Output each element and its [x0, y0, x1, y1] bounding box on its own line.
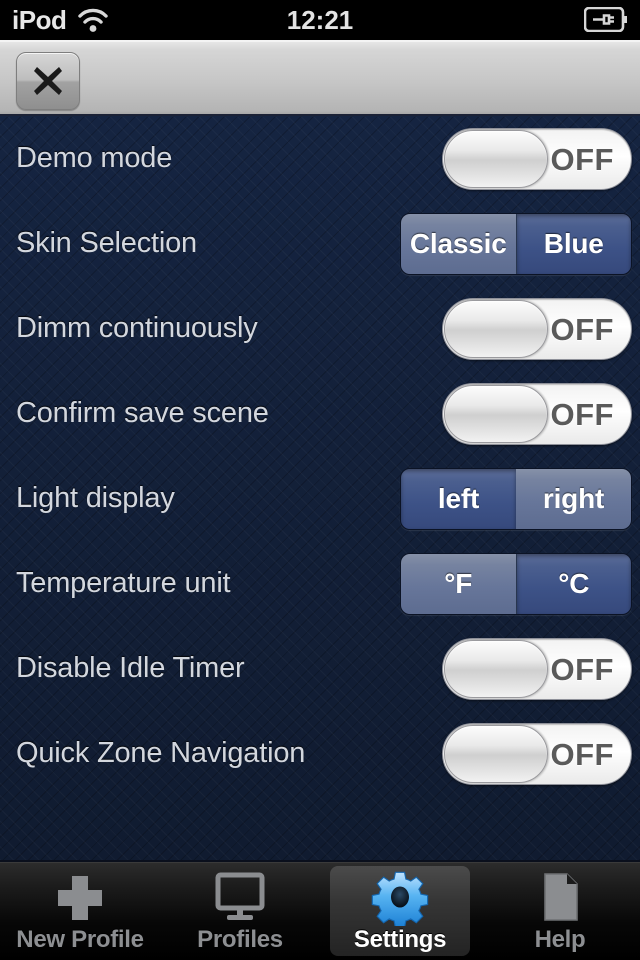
tab-label: Settings	[353, 926, 447, 953]
setting-label: Skin Selection	[16, 227, 197, 259]
setting-label: Dimm continuously	[16, 312, 258, 344]
segmented-control-light-display[interactable]: left right	[400, 467, 632, 530]
setting-control: OFF	[442, 637, 632, 700]
tab-label: Help	[534, 926, 586, 953]
toggle-value: OFF	[550, 396, 614, 432]
segment-blue[interactable]: Blue	[516, 213, 631, 274]
setting-control: OFF	[442, 297, 632, 360]
segment-celsius[interactable]: °C	[516, 553, 631, 614]
monitor-icon	[209, 870, 271, 926]
segment-fahrenheit[interactable]: °F	[401, 553, 517, 614]
tab-settings[interactable]: Settings	[320, 863, 480, 960]
toggle-value: OFF	[550, 141, 614, 177]
toggle-knob[interactable]	[444, 639, 548, 698]
setting-row-light-display[interactable]: Light display left right	[0, 456, 640, 541]
setting-control: °F °C	[400, 552, 632, 615]
segmented-control-temperature-unit[interactable]: °F °C	[400, 552, 632, 615]
toggle-value: OFF	[550, 736, 614, 772]
tab-bar: New Profile Profiles Settings Help	[0, 862, 640, 960]
toggle-knob[interactable]	[444, 724, 548, 783]
segment-left[interactable]: left	[401, 468, 516, 529]
setting-label: Disable Idle Timer	[16, 652, 245, 684]
setting-row-disable-idle-timer[interactable]: Disable Idle Timer OFF	[0, 626, 640, 711]
toggle-switch-confirm-save-scene[interactable]: OFF	[442, 382, 632, 445]
setting-control: OFF	[442, 127, 632, 190]
setting-label: Confirm save scene	[16, 397, 269, 429]
segment-right[interactable]: right	[516, 468, 631, 529]
toggle-switch-disable-idle-timer[interactable]: OFF	[442, 637, 632, 700]
toggle-switch-quick-zone-navigation[interactable]: OFF	[442, 722, 632, 785]
setting-row-skin-selection[interactable]: Skin Selection Classic Blue	[0, 201, 640, 286]
close-x-icon	[34, 67, 62, 95]
toggle-knob[interactable]	[444, 129, 548, 188]
top-toolbar	[0, 40, 640, 116]
toggle-knob[interactable]	[444, 384, 548, 443]
segment-classic[interactable]: Classic	[401, 213, 517, 274]
document-icon	[529, 870, 591, 926]
settings-list: Demo mode OFF Skin Selection Classic Blu…	[0, 116, 640, 862]
setting-label: Temperature unit	[16, 567, 231, 599]
tab-label: Profiles	[197, 926, 283, 953]
toggle-value: OFF	[550, 651, 614, 687]
toggle-switch-demo-mode[interactable]: OFF	[442, 127, 632, 190]
battery-charging-icon	[583, 6, 628, 33]
toggle-switch-dimm-continuously[interactable]: OFF	[442, 297, 632, 360]
setting-control: OFF	[442, 722, 632, 785]
setting-control: OFF	[442, 382, 632, 445]
setting-label: Quick Zone Navigation	[16, 737, 306, 769]
setting-label: Light display	[16, 482, 175, 514]
setting-label: Demo mode	[16, 142, 173, 174]
toggle-value: OFF	[550, 311, 614, 347]
tab-label: New Profile	[16, 926, 144, 953]
plus-icon	[49, 870, 111, 926]
setting-row-confirm-save-scene[interactable]: Confirm save scene OFF	[0, 371, 640, 456]
gear-icon	[369, 870, 431, 929]
setting-row-demo-mode[interactable]: Demo mode OFF	[0, 116, 640, 201]
setting-row-dimm-continuously[interactable]: Dimm continuously OFF	[0, 286, 640, 371]
close-button[interactable]	[16, 52, 80, 110]
setting-control: left right	[400, 467, 632, 530]
app-window: iPod 12:21 Demo mode OFF Skin Selection …	[0, 0, 640, 960]
tab-profiles[interactable]: Profiles	[160, 863, 320, 960]
tab-help[interactable]: Help	[480, 863, 640, 960]
setting-row-quick-zone-navigation[interactable]: Quick Zone Navigation OFF	[0, 711, 640, 796]
setting-control: Classic Blue	[400, 212, 632, 275]
tab-new-profile[interactable]: New Profile	[0, 863, 160, 960]
setting-row-temperature-unit[interactable]: Temperature unit °F °C	[0, 541, 640, 626]
toggle-knob[interactable]	[444, 299, 548, 358]
segmented-control-skin-selection[interactable]: Classic Blue	[400, 212, 632, 275]
clock-label: 12:21	[286, 4, 354, 35]
status-bar: iPod 12:21	[0, 0, 640, 40]
